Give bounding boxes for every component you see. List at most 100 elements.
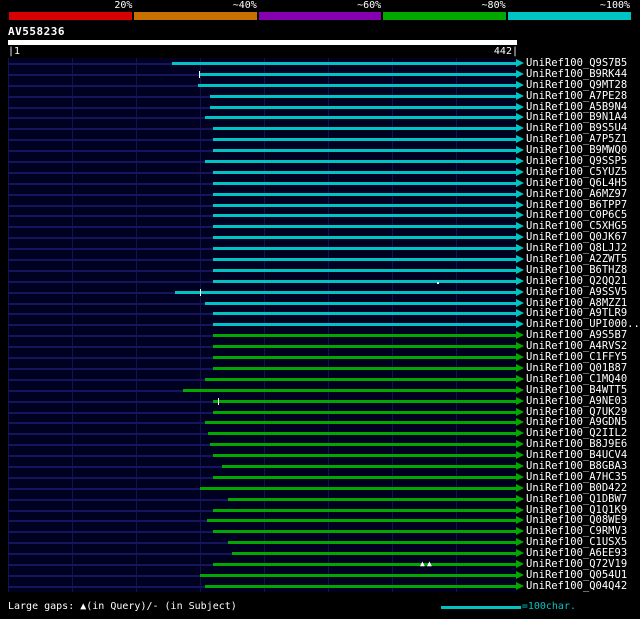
alignment-id-label[interactable]: UniRef100_A9NE03 (526, 395, 627, 407)
alignment-bar[interactable] (200, 573, 517, 577)
alignment-bar[interactable] (213, 127, 517, 131)
status-bar: Large gaps: ▲(in Query)/- (in Subject) =… (8, 601, 632, 613)
scale-segment (508, 12, 631, 20)
alignment-bar[interactable] (208, 432, 517, 436)
alignment-bar[interactable] (205, 301, 517, 305)
alignment-bar[interactable] (213, 247, 517, 251)
scale-legend: =100char. (440, 601, 576, 613)
arrowhead-icon (516, 102, 524, 111)
arrowhead-icon (516, 483, 524, 492)
alignment-bar[interactable] (210, 105, 517, 109)
query-name: AV558236 (8, 25, 65, 38)
alignment-row: UniRef100_B4WTT5 (8, 384, 640, 396)
alignment-bar[interactable] (228, 541, 517, 545)
arrowhead-icon (516, 124, 524, 133)
alignment-bar[interactable] (213, 268, 517, 272)
scale-legend-bar (440, 605, 521, 609)
alignment-bar[interactable] (213, 366, 517, 370)
alignment-bar[interactable] (213, 410, 517, 414)
alignment-bar[interactable] (205, 116, 517, 120)
scale-segment (9, 12, 132, 20)
arrowhead-icon (516, 527, 524, 536)
arrowhead-icon (516, 516, 524, 525)
alignment-bar[interactable] (205, 160, 517, 164)
arrowhead-icon (516, 189, 524, 198)
arrowhead-icon (516, 559, 524, 568)
arrowhead-icon (516, 298, 524, 307)
query-gap-triangle: ▲ (427, 558, 432, 568)
arrowhead-icon (516, 342, 524, 351)
scale-label: ~40% (232, 0, 257, 11)
alignment-bar[interactable] (213, 279, 517, 283)
arrowhead-icon (516, 233, 524, 242)
alignment-bar[interactable] (213, 236, 517, 240)
arrowhead-icon (516, 135, 524, 144)
arrowhead-icon (516, 320, 524, 329)
arrowhead-icon (516, 538, 524, 547)
alignment-bar[interactable] (198, 83, 517, 87)
alignment-bar[interactable] (213, 312, 517, 316)
alignment-bar[interactable] (213, 258, 517, 262)
arrowhead-icon (516, 69, 524, 78)
alignment-bar[interactable] (183, 388, 517, 392)
arrowhead-icon (516, 461, 524, 470)
alignment-bar[interactable] (213, 454, 517, 458)
alignment-bar[interactable] (228, 497, 517, 501)
alignment-bar[interactable] (200, 486, 517, 490)
alignment-bar[interactable] (205, 377, 517, 381)
alignment-id-label[interactable]: UniRef100_Q04Q42 (526, 580, 627, 592)
alignment-bar[interactable] (213, 181, 517, 185)
alignment-bar[interactable] (205, 584, 517, 588)
alignment-bar[interactable] (213, 149, 517, 153)
arrowhead-icon (516, 549, 524, 558)
alignment-bar[interactable] (213, 345, 517, 349)
scale-legend-label: =100char. (521, 601, 576, 612)
arrowhead-icon (516, 353, 524, 362)
scale-label: 20% (114, 0, 133, 11)
alignment-bar[interactable] (213, 203, 517, 207)
alignment-bar[interactable] (232, 552, 517, 556)
alignment-bar[interactable] (213, 170, 517, 174)
alignment-bar[interactable] (207, 519, 517, 523)
alignment-bar[interactable] (199, 72, 517, 76)
alignment-bar[interactable] (213, 225, 517, 229)
alignment-bar[interactable] (213, 323, 517, 327)
alignment-bar[interactable] (210, 94, 517, 98)
query-coords: |1 442| (8, 46, 518, 57)
alignment-bar[interactable] (213, 138, 517, 142)
gap-tick (218, 397, 219, 405)
arrowhead-icon (516, 363, 524, 372)
alignment-bar[interactable] (210, 443, 517, 447)
alignment-bar[interactable] (222, 464, 517, 468)
alignment-bar[interactable] (213, 192, 517, 196)
arrowhead-icon (516, 167, 524, 176)
query-end-label: 442| (493, 46, 518, 57)
arrowhead-icon (516, 429, 524, 438)
arrowhead-icon (516, 59, 524, 67)
scale-label: ~100% (599, 0, 631, 11)
arrowhead-icon (516, 407, 524, 416)
blast-alignment-overview: 20% ~40% ~60% ~80% ~100% AV558236 |1 442| Un… (0, 0, 640, 619)
alignment-bar[interactable] (172, 62, 517, 65)
alignment-bar[interactable] (213, 562, 517, 566)
alignment-row: UniRef100_B0D422 (8, 482, 640, 494)
gaps-legend-label: Large gaps: ▲(in Query)/- (in Subject) (8, 601, 237, 612)
alignment-bar[interactable] (213, 530, 517, 534)
alignment-bar[interactable] (213, 334, 517, 338)
arrowhead-icon (516, 178, 524, 187)
alignment-bar[interactable] (213, 508, 517, 512)
arrowhead-icon (516, 265, 524, 274)
arrowhead-icon (516, 91, 524, 100)
alignment-bar[interactable] (213, 475, 517, 479)
alignment-bar[interactable] (175, 290, 517, 294)
alignment-row: UniRef100_A9SSV5 (8, 286, 640, 298)
alignment-bar[interactable] (213, 214, 517, 218)
alignment-bar[interactable] (213, 356, 517, 360)
arrowhead-icon (516, 222, 524, 231)
alignment-bar[interactable] (205, 421, 517, 425)
arrowhead-icon (516, 157, 524, 166)
alignment-bar[interactable] (213, 399, 517, 403)
gap-dot (437, 281, 439, 284)
arrowhead-icon (516, 505, 524, 514)
alignment-id-label[interactable]: UniRef100_Q1DBW7 (526, 493, 627, 505)
